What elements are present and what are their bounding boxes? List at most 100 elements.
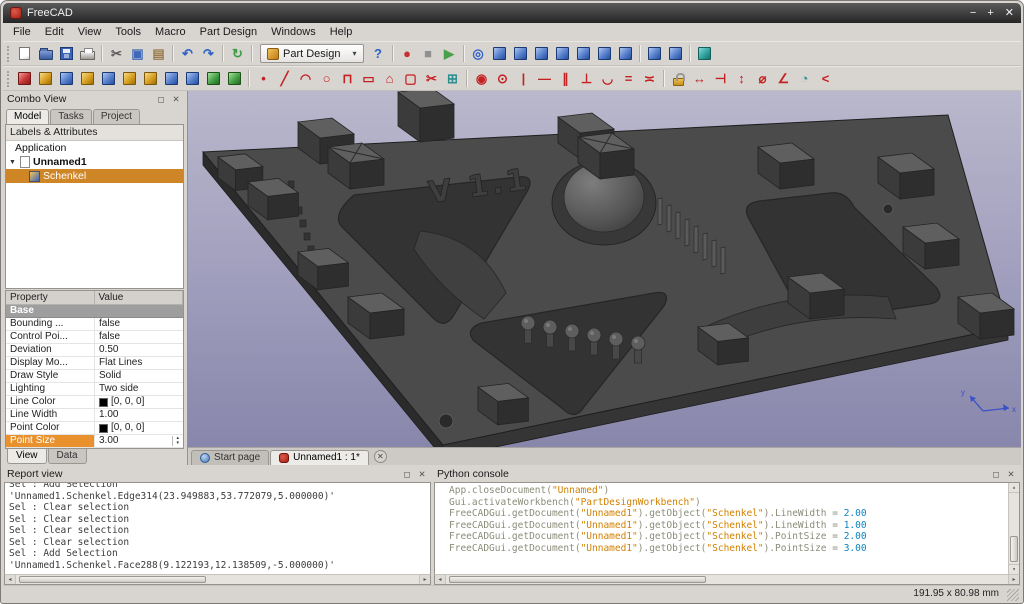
open-document-button[interactable] (35, 43, 56, 64)
bottom-view-button[interactable] (594, 43, 615, 64)
left-view-button[interactable] (615, 43, 636, 64)
tab-view[interactable]: View (7, 449, 47, 464)
tab-start-page[interactable]: Start page (191, 450, 269, 465)
menu-edit[interactable]: Edit (39, 25, 70, 39)
mirrored-button[interactable] (182, 68, 203, 89)
workbench-selector[interactable]: Part Design▾ (260, 44, 364, 63)
constraint-vdistance-icon[interactable]: ↕ (731, 68, 752, 89)
property-row[interactable]: Point Color[0, 0, 0] (6, 422, 183, 435)
copy-icon[interactable]: ▣ (127, 43, 148, 64)
cut-icon[interactable]: ✂ (106, 43, 127, 64)
close-button[interactable]: ✕ (1005, 3, 1014, 23)
3d-viewport[interactable]: V 1.1 x y (188, 91, 1021, 447)
macro-stop-icon[interactable]: ■ (418, 43, 439, 64)
select-elements-icon[interactable]: < (815, 68, 836, 89)
polygon-icon[interactable]: ⌂ (379, 68, 400, 89)
titlebar[interactable]: FreeCAD − + ✕ (3, 3, 1021, 23)
scroll-left-icon[interactable]: ◂ (5, 575, 16, 584)
tab-project[interactable]: Project (93, 109, 140, 124)
menu-tools[interactable]: Tools (109, 25, 147, 39)
tree-item-unnamed1[interactable]: ▼ Unnamed1 (6, 155, 183, 169)
fillet-button[interactable] (119, 68, 140, 89)
property-value[interactable]: 3.00▴▾ (95, 435, 183, 447)
tab-model[interactable]: Model (6, 109, 49, 124)
groove-button[interactable] (98, 68, 119, 89)
constraint-symmetric-icon[interactable]: ≍ (639, 68, 660, 89)
tab-unnamed1-document[interactable]: Unnamed1 : 1* (270, 450, 369, 465)
linear-pattern-button[interactable] (203, 68, 224, 89)
constraint-perpendicular-icon[interactable]: ⊥ (576, 68, 597, 89)
point-icon[interactable]: • (253, 68, 274, 89)
report-view-body[interactable]: Sel : Add Selection'Unnamed1.Schenkel.Ed… (4, 482, 431, 574)
value-column-header[interactable]: Value (95, 291, 184, 304)
constraint-radius-icon[interactable]: ⌀ (752, 68, 773, 89)
sketch-button[interactable] (14, 68, 35, 89)
whats-this-icon[interactable]: ? (368, 43, 389, 64)
clipping-plane-button[interactable] (694, 43, 715, 64)
spin-down-icon[interactable]: ▾ (176, 441, 179, 446)
scroll-down-icon[interactable]: ▾ (1009, 564, 1019, 574)
menu-part-design[interactable]: Part Design (194, 25, 263, 39)
report-hscrollbar[interactable]: ◂ ▸ (4, 574, 431, 585)
property-column-header[interactable]: Property (6, 291, 95, 304)
constraint-hdistance-icon[interactable]: ⊣ (710, 68, 731, 89)
float-panel-button[interactable]: ◻ (155, 93, 167, 105)
top-view-button[interactable] (531, 43, 552, 64)
circle-icon[interactable]: ○ (316, 68, 337, 89)
save-button[interactable] (56, 43, 77, 64)
slot-icon[interactable]: ▢ (400, 68, 421, 89)
constraint-parallel-icon[interactable]: ∥ (555, 68, 576, 89)
draft-button[interactable] (161, 68, 182, 89)
line-icon[interactable]: ╱ (274, 68, 295, 89)
maximize-button[interactable]: + (987, 3, 993, 23)
toggle-driving-constraint-icon[interactable]: ◔ (794, 68, 815, 89)
tree-item-application[interactable]: Application (6, 141, 183, 155)
menu-file[interactable]: File (7, 25, 37, 39)
property-row[interactable]: Display Mo...Flat Lines (6, 357, 183, 370)
property-row[interactable]: Bounding ...false (6, 318, 183, 331)
constraint-equal-icon[interactable]: = (618, 68, 639, 89)
constraint-coincident-icon[interactable]: ◉ (471, 68, 492, 89)
arc-icon[interactable]: ◠ (295, 68, 316, 89)
scroll-right-icon[interactable]: ▸ (419, 575, 430, 584)
rear-view-button[interactable] (573, 43, 594, 64)
macro-play-icon[interactable]: ▶ (439, 43, 460, 64)
spinner-control[interactable]: ▴▾ (172, 436, 179, 446)
scroll-up-icon[interactable]: ▴ (1009, 483, 1019, 493)
scroll-right-icon[interactable]: ▸ (1008, 575, 1019, 584)
close-panel-button[interactable]: ✕ (1005, 468, 1017, 480)
property-row[interactable]: Point Size3.00▴▾ (6, 435, 183, 448)
macro-record-icon[interactable]: ● (397, 43, 418, 64)
property-row[interactable]: LightingTwo side (6, 383, 183, 396)
polyline-icon[interactable]: ⊓ (337, 68, 358, 89)
float-panel-button[interactable]: ◻ (401, 468, 413, 480)
constraint-tangent-icon[interactable]: ◡ (597, 68, 618, 89)
constraint-distance-icon[interactable]: ↔ (689, 68, 710, 89)
property-row[interactable]: Line Width1.00 (6, 409, 183, 422)
property-row[interactable]: Deviation0.50 (6, 344, 183, 357)
rectangle-icon[interactable]: ▭ (358, 68, 379, 89)
minimize-button[interactable]: − (970, 3, 976, 23)
toolbar-handle[interactable] (7, 71, 10, 87)
menu-help[interactable]: Help (324, 25, 359, 39)
tab-close-button[interactable]: ✕ (374, 450, 387, 463)
rotate-left-view-button[interactable] (644, 43, 665, 64)
scrollbar-thumb[interactable] (19, 576, 206, 583)
refresh-icon[interactable]: ↻ (227, 43, 248, 64)
close-panel-button[interactable]: ✕ (416, 468, 428, 480)
undo-icon[interactable]: ↶ (177, 43, 198, 64)
new-document-button[interactable] (14, 43, 35, 64)
fit-all-icon[interactable]: ◎ (468, 43, 489, 64)
paste-icon[interactable]: ▤ (148, 43, 169, 64)
axonometric-view-button[interactable] (489, 43, 510, 64)
python-console-body[interactable]: App.closeDocument("Unnamed")Gui.activate… (434, 482, 1020, 574)
menu-view[interactable]: View (72, 25, 108, 39)
pocket-button[interactable] (56, 68, 77, 89)
property-row[interactable]: Draw StyleSolid (6, 370, 183, 383)
menu-windows[interactable]: Windows (265, 25, 322, 39)
constraint-vertical-icon[interactable]: | (513, 68, 534, 89)
revolution-button[interactable] (77, 68, 98, 89)
scroll-left-icon[interactable]: ◂ (435, 575, 446, 584)
scrollbar-thumb[interactable] (1010, 536, 1018, 562)
constraint-horizontal-icon[interactable]: — (534, 68, 555, 89)
